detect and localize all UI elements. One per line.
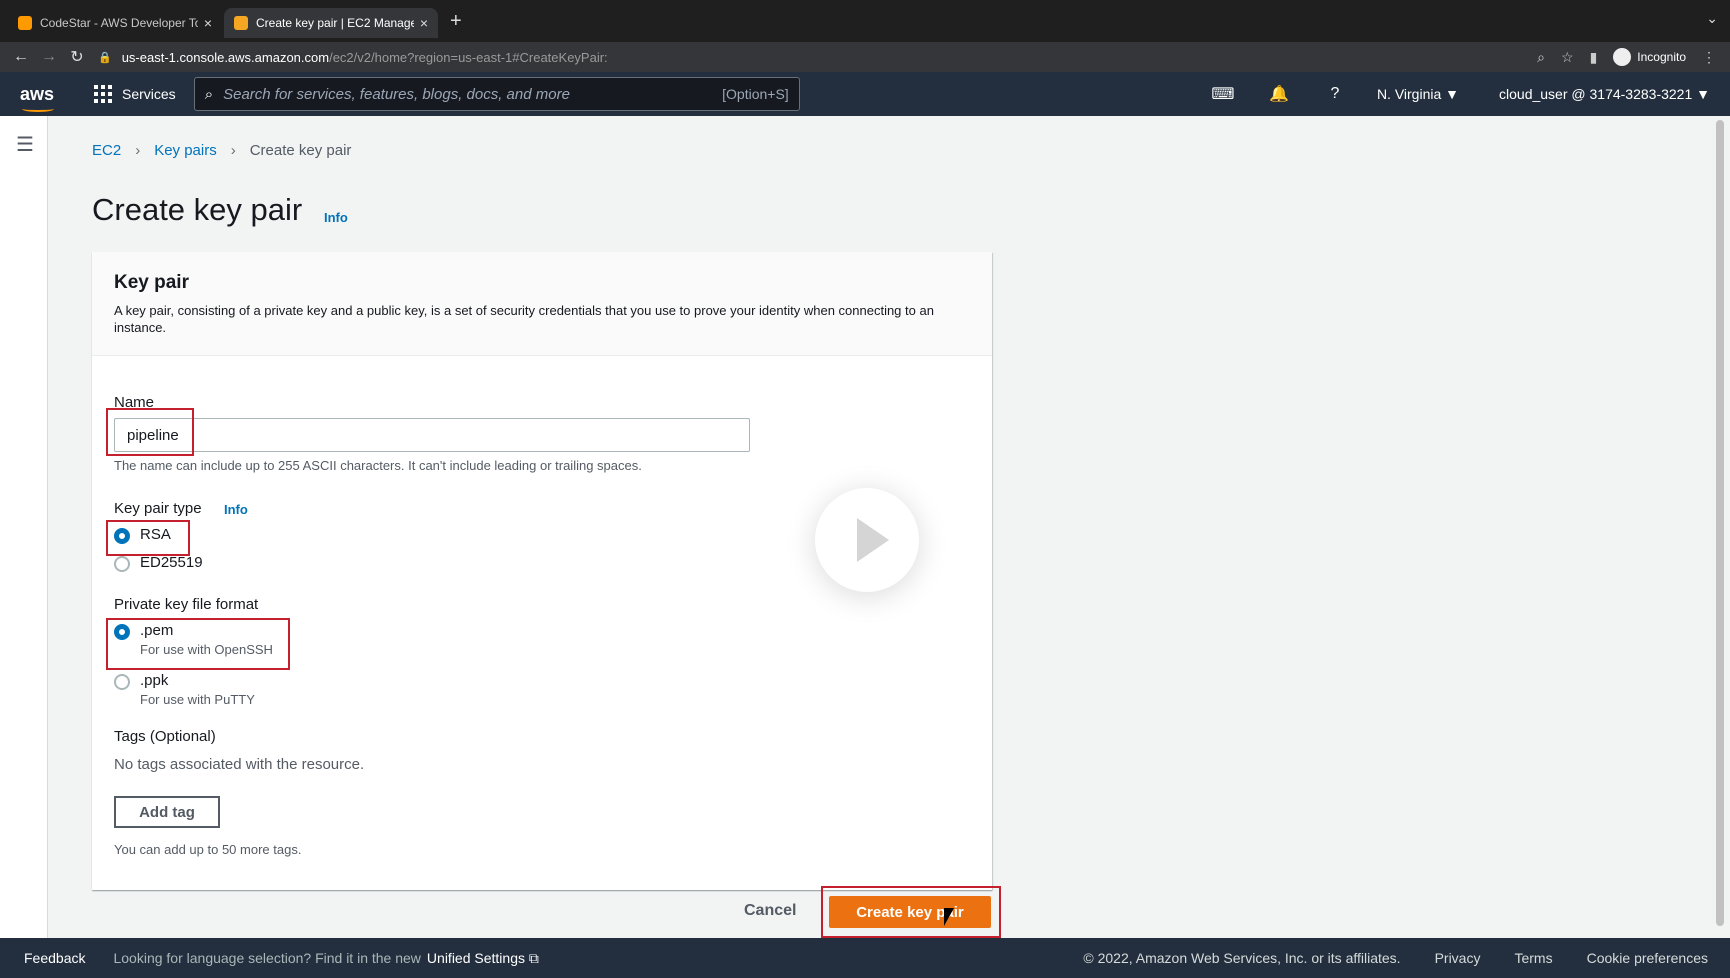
feedback-link[interactable]: Feedback bbox=[24, 950, 85, 966]
notifications-bell-icon[interactable]: 🔔 bbox=[1251, 84, 1307, 104]
hamburger-menu-icon[interactable]: ☰ bbox=[16, 132, 34, 157]
radio-ed25519[interactable] bbox=[114, 556, 130, 572]
tab-search-chevron-icon[interactable]: ⌄ bbox=[1706, 10, 1718, 27]
breadcrumb-current: Create key pair bbox=[249, 142, 352, 159]
url-host: us-east-1.console.aws.amazon.com bbox=[121, 49, 330, 65]
cloudshell-icon[interactable]: ⌨ bbox=[1195, 84, 1251, 104]
card-header: Key pair A key pair, consisting of a pri… bbox=[92, 252, 992, 356]
tags-hint: You can add up to 50 more tags. bbox=[114, 842, 302, 857]
aws-top-nav: aws Services ⌕ Search for services, feat… bbox=[0, 72, 1730, 116]
browser-menu-icon[interactable]: ⋮ bbox=[1702, 49, 1716, 66]
region-selector[interactable]: N. Virginia ▼ bbox=[1377, 86, 1459, 102]
ppk-label: .ppk bbox=[140, 672, 169, 689]
new-tab-icon[interactable]: + bbox=[450, 10, 462, 33]
privacy-link[interactable]: Privacy bbox=[1435, 950, 1481, 966]
copyright-text: © 2022, Amazon Web Services, Inc. or its… bbox=[1083, 950, 1401, 966]
ppk-description: For use with PuTTY bbox=[140, 692, 255, 707]
account-menu[interactable]: cloud_user @ 3174-3283-3221 ▼ bbox=[1499, 86, 1710, 102]
external-link-icon: ⧉ bbox=[528, 949, 539, 966]
name-hint: The name can include up to 255 ASCII cha… bbox=[114, 458, 642, 473]
help-icon[interactable]: ? bbox=[1307, 85, 1363, 103]
close-tab-icon[interactable]: × bbox=[420, 15, 428, 31]
main-content: ☰ EC2 › Key pairs › Create key pair Crea… bbox=[0, 116, 1730, 938]
incognito-profile[interactable]: Incognito bbox=[1613, 48, 1686, 66]
bookmark-star-icon[interactable]: ☆ bbox=[1561, 49, 1574, 66]
console-search-input[interactable]: ⌕ Search for services, features, blogs, … bbox=[193, 77, 800, 111]
tags-empty-text: No tags associated with the resource. bbox=[114, 756, 365, 773]
key-pair-name-input[interactable] bbox=[114, 418, 750, 452]
highlight-rsa bbox=[106, 520, 190, 556]
page-info-link[interactable]: Info bbox=[324, 210, 348, 225]
card-title: Key pair bbox=[114, 272, 189, 293]
tab-title: Create key pair | EC2 Managem bbox=[256, 16, 414, 30]
close-tab-icon[interactable]: × bbox=[204, 15, 212, 31]
page-title: Create key pair bbox=[92, 192, 303, 227]
aws-favicon-icon bbox=[18, 16, 32, 30]
aws-smile-icon bbox=[22, 106, 54, 112]
services-menu-button[interactable]: Services bbox=[94, 85, 176, 103]
play-icon bbox=[857, 518, 889, 562]
cookie-preferences-link[interactable]: Cookie preferences bbox=[1587, 950, 1708, 966]
radio-ppk[interactable] bbox=[114, 674, 130, 690]
chevron-right-icon: › bbox=[230, 142, 236, 159]
address-bar[interactable]: 🔒 us-east-1.console.aws.amazon.com /ec2/… bbox=[98, 45, 1537, 69]
breadcrumb: EC2 › Key pairs › Create key pair bbox=[92, 142, 351, 159]
tab-title: CodeStar - AWS Developer Too bbox=[40, 16, 198, 30]
unified-settings-link[interactable]: Unified Settings ⧉ bbox=[427, 950, 539, 967]
zoom-icon[interactable]: ⌕ bbox=[1537, 49, 1545, 66]
add-tag-button[interactable]: Add tag bbox=[114, 796, 220, 828]
browser-tab-strip: CodeStar - AWS Developer Too × Create ke… bbox=[0, 0, 1730, 42]
key-pair-type-info-link[interactable]: Info bbox=[224, 502, 248, 517]
video-play-overlay[interactable] bbox=[815, 488, 919, 592]
highlight-pem bbox=[106, 618, 290, 670]
highlight-create-button bbox=[821, 886, 1001, 938]
back-icon[interactable]: ← bbox=[10, 48, 32, 66]
language-notice: Looking for language selection? Find it … bbox=[113, 950, 421, 966]
grid-icon bbox=[94, 85, 112, 103]
lock-icon: 🔒 bbox=[98, 51, 112, 64]
search-shortcut: [Option+S] bbox=[722, 86, 789, 102]
url-path: /ec2/v2/home?region=us-east-1#CreateKeyP… bbox=[329, 49, 608, 65]
browser-tab-codestar[interactable]: CodeStar - AWS Developer Too × bbox=[8, 8, 222, 38]
card-description: A key pair, consisting of a private key … bbox=[114, 303, 934, 335]
mouse-cursor-icon bbox=[944, 908, 954, 926]
browser-toolbar: ← → ↻ 🔒 us-east-1.console.aws.amazon.com… bbox=[0, 42, 1730, 72]
private-key-format-label: Private key file format bbox=[114, 596, 259, 613]
highlight-name bbox=[106, 408, 194, 456]
aws-logo[interactable]: aws bbox=[20, 84, 60, 112]
search-placeholder: Search for services, features, blogs, do… bbox=[223, 85, 570, 103]
side-panel-icon[interactable]: ▮ bbox=[1590, 49, 1598, 66]
forward-icon[interactable]: → bbox=[38, 48, 60, 66]
browser-tab-create-key-pair[interactable]: Create key pair | EC2 Managem × bbox=[224, 8, 438, 38]
reload-icon[interactable]: ↻ bbox=[66, 47, 88, 67]
terms-link[interactable]: Terms bbox=[1514, 950, 1552, 966]
console-footer: Feedback Looking for language selection?… bbox=[0, 938, 1730, 978]
page-scrollbar[interactable] bbox=[1716, 120, 1724, 926]
ec2-favicon-icon bbox=[234, 16, 248, 30]
search-icon: ⌕ bbox=[204, 85, 214, 103]
breadcrumb-key-pairs[interactable]: Key pairs bbox=[154, 142, 217, 159]
cancel-button[interactable]: Cancel bbox=[744, 902, 796, 920]
tags-label: Tags (Optional) bbox=[114, 728, 216, 745]
incognito-avatar-icon bbox=[1613, 48, 1632, 66]
side-nav-collapsed: ☰ bbox=[0, 116, 48, 938]
chevron-right-icon: › bbox=[135, 142, 141, 159]
breadcrumb-ec2[interactable]: EC2 bbox=[92, 142, 121, 159]
ed25519-label: ED25519 bbox=[140, 554, 203, 571]
key-pair-type-label: Key pair type bbox=[114, 500, 202, 517]
